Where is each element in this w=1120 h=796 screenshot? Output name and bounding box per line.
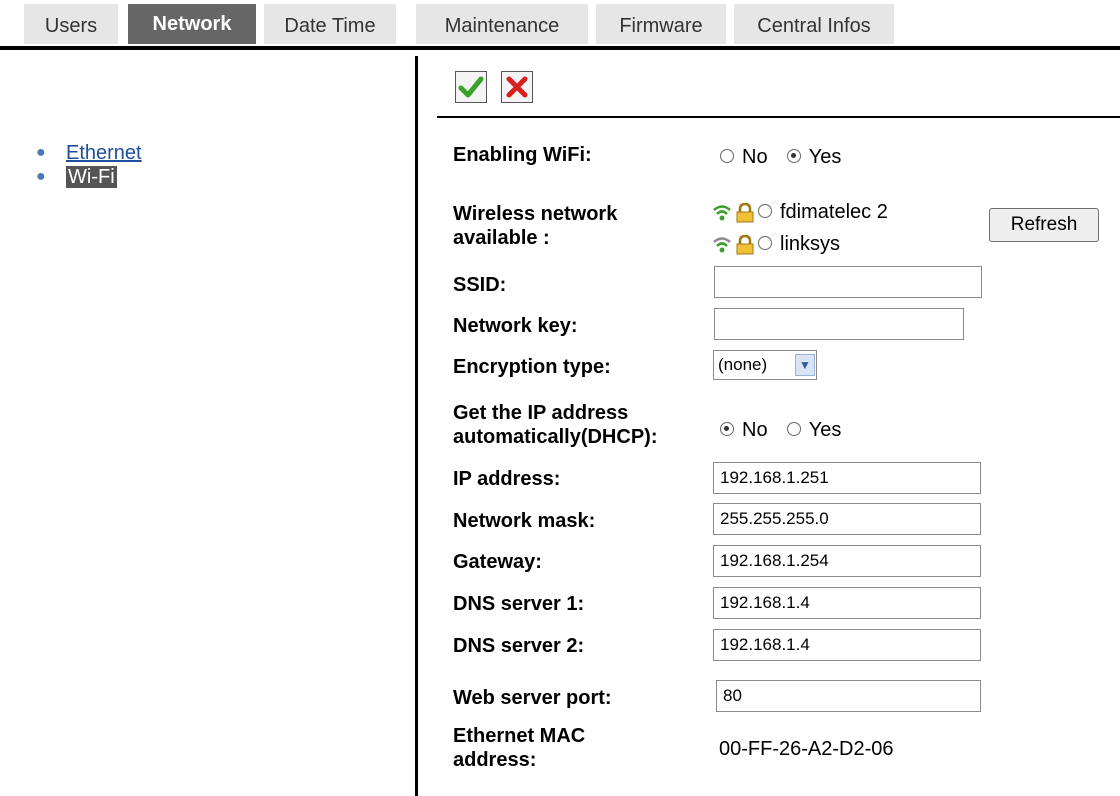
label-line: available : bbox=[453, 227, 550, 249]
label-line: address: bbox=[453, 749, 537, 771]
tab-firmware[interactable]: Firmware bbox=[596, 4, 726, 44]
chevron-down-icon: ▼ bbox=[795, 354, 815, 376]
select-value: (none) bbox=[718, 355, 768, 374]
lock-icon bbox=[736, 234, 754, 255]
web-server-port-label: Web server port: bbox=[453, 687, 612, 709]
network-radio[interactable] bbox=[758, 236, 772, 251]
network-key-input[interactable] bbox=[714, 308, 964, 340]
network-name: fdimatelec 2 bbox=[780, 201, 888, 223]
gateway-label: Gateway: bbox=[453, 551, 542, 573]
tab-label: Date Time bbox=[284, 15, 376, 37]
wifi-icon bbox=[713, 236, 731, 253]
network-mask-input[interactable] bbox=[713, 503, 981, 535]
dns-server-2-input[interactable] bbox=[713, 629, 981, 661]
sidebar-item-wifi[interactable]: ● Wi-Fi bbox=[36, 165, 142, 189]
label-line: Get the IP address bbox=[453, 402, 629, 424]
wireless-network-item[interactable]: fdimatelec 2 bbox=[712, 200, 888, 224]
sidebar-item-label[interactable]: Ethernet bbox=[66, 142, 142, 164]
network-name: linksys bbox=[780, 233, 841, 255]
radio-label: No bbox=[742, 419, 768, 441]
label-line: automatically(DHCP): bbox=[453, 426, 658, 448]
panel-divider bbox=[415, 56, 418, 796]
sidebar-nav: ● Ethernet ● Wi-Fi bbox=[36, 141, 142, 189]
ssid-label: SSID: bbox=[453, 274, 507, 296]
tab-central-infos[interactable]: Central Infos bbox=[734, 4, 894, 44]
bullet-icon: ● bbox=[36, 144, 46, 161]
network-key-label: Network key: bbox=[453, 315, 578, 337]
label-line: Wireless network bbox=[453, 203, 618, 225]
enabling-wifi-group: No Yes bbox=[720, 145, 841, 169]
dhcp-yes-radio[interactable] bbox=[786, 422, 801, 437]
apply-button[interactable] bbox=[455, 71, 487, 103]
enabling-wifi-label: Enabling WiFi: bbox=[453, 144, 592, 166]
radio-label: No bbox=[742, 146, 768, 168]
gateway-input[interactable] bbox=[713, 545, 981, 577]
tab-underline bbox=[0, 46, 1120, 50]
dhcp-no-radio[interactable] bbox=[720, 422, 734, 437]
wireless-network-item[interactable]: linksys bbox=[712, 232, 840, 256]
lock-icon bbox=[736, 202, 754, 223]
enabling-wifi-no-radio[interactable] bbox=[720, 149, 734, 164]
check-icon bbox=[458, 76, 484, 98]
label-line: Ethernet MAC bbox=[453, 725, 586, 747]
tab-label: Users bbox=[44, 15, 98, 37]
refresh-button[interactable]: Refresh bbox=[989, 208, 1099, 242]
toolbar-divider bbox=[437, 116, 1120, 118]
tab-label: Central Infos bbox=[757, 15, 871, 37]
dhcp-label: Get the IP address automatically(DHCP): bbox=[453, 401, 657, 449]
sidebar-item-ethernet[interactable]: ● Ethernet bbox=[36, 141, 142, 165]
dhcp-group: No Yes bbox=[720, 418, 841, 442]
enabling-wifi-yes-radio[interactable] bbox=[786, 149, 801, 164]
x-icon bbox=[506, 76, 528, 98]
mac-address-value: 00-FF-26-A2-D2-06 bbox=[719, 738, 894, 760]
network-radio[interactable] bbox=[758, 204, 772, 219]
tab-date-time[interactable]: Date Time bbox=[264, 4, 396, 44]
mac-address-label: Ethernet MAC address: bbox=[453, 724, 585, 772]
cancel-button[interactable] bbox=[501, 71, 533, 103]
ip-address-input[interactable] bbox=[713, 462, 981, 494]
sidebar-item-label[interactable]: Wi-Fi bbox=[66, 166, 117, 188]
radio-label: Yes bbox=[808, 146, 842, 168]
radio-label: Yes bbox=[808, 419, 842, 441]
wifi-icon bbox=[713, 204, 731, 221]
web-server-port-input[interactable] bbox=[716, 680, 981, 712]
tab-label: Maintenance bbox=[444, 15, 560, 37]
dns-server-2-label: DNS server 2: bbox=[453, 635, 585, 657]
dns-server-1-label: DNS server 1: bbox=[453, 593, 585, 615]
tab-network[interactable]: Network bbox=[128, 4, 256, 44]
bullet-icon: ● bbox=[36, 168, 46, 185]
encryption-type-label: Encryption type: bbox=[453, 356, 611, 378]
tab-label: Network bbox=[152, 13, 232, 35]
ip-address-label: IP address: bbox=[453, 468, 561, 490]
wireless-network-label: Wireless network available : bbox=[453, 202, 617, 250]
dns-server-1-input[interactable] bbox=[713, 587, 981, 619]
tab-users[interactable]: Users bbox=[24, 4, 118, 44]
ssid-input[interactable] bbox=[714, 266, 982, 298]
tab-maintenance[interactable]: Maintenance bbox=[416, 4, 588, 44]
tab-label: Firmware bbox=[619, 15, 703, 37]
network-mask-label: Network mask: bbox=[453, 510, 596, 532]
encryption-type-select[interactable]: (none) ▼ bbox=[713, 350, 817, 380]
